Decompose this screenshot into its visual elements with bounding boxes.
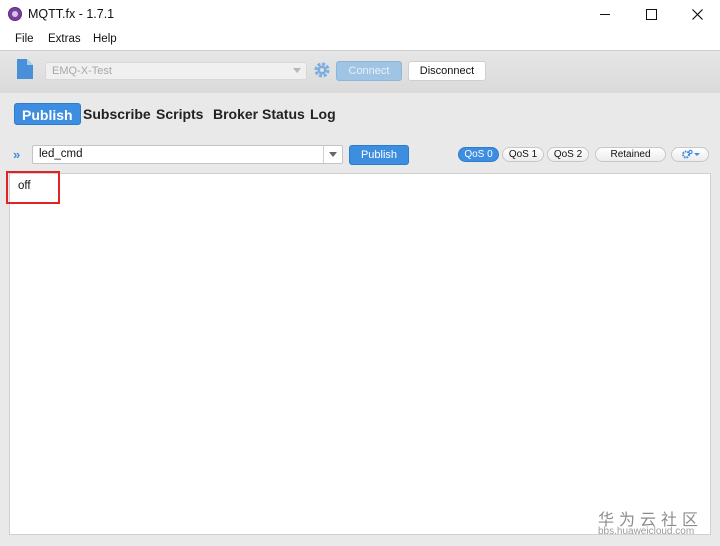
connect-button[interactable]: Connect	[336, 61, 402, 81]
qos-1-toggle[interactable]: QoS 1	[502, 147, 544, 162]
connection-profile-value: EMQ-X-Test	[52, 65, 112, 77]
publish-button[interactable]: Publish	[349, 145, 409, 165]
double-chevron-right-icon[interactable]: »	[13, 147, 20, 162]
menu-extras[interactable]: Extras	[48, 33, 81, 45]
topic-value: led_cmd	[39, 148, 83, 160]
gear-dropdown-icon	[682, 149, 700, 159]
tab-scripts[interactable]: Scripts	[156, 103, 203, 125]
maximize-icon	[645, 8, 657, 20]
connection-profile-select[interactable]: EMQ-X-Test	[45, 62, 307, 80]
connection-bar: EMQ-X-Test Connect Disconnect	[0, 50, 720, 94]
close-button[interactable]	[674, 0, 720, 28]
title-bar: MQTT.fx - 1.7.1	[0, 0, 720, 28]
qos-0-toggle[interactable]: QoS 0	[458, 147, 499, 162]
chevron-down-icon	[293, 68, 301, 73]
watermark-url: bbs.huaweicloud.com	[598, 526, 695, 537]
publish-toolbar: » led_cmd Publish QoS 0 QoS 1 QoS 2 Reta…	[0, 140, 720, 170]
app-logo-icon	[8, 7, 22, 21]
tab-broker-status[interactable]: Broker Status	[213, 103, 305, 125]
tab-subscribe[interactable]: Subscribe	[83, 103, 151, 125]
minimize-button[interactable]	[582, 0, 628, 28]
tab-bar: Publish Subscribe Scripts Broker Status …	[0, 93, 720, 137]
topic-input[interactable]: led_cmd	[32, 145, 343, 164]
qos-2-toggle[interactable]: QoS 2	[547, 147, 589, 162]
menu-bar: File Extras Help	[0, 28, 720, 50]
tab-log[interactable]: Log	[310, 103, 336, 125]
close-icon	[691, 8, 703, 20]
chevron-down-icon	[329, 152, 337, 157]
publish-settings-button[interactable]	[671, 147, 709, 162]
disconnect-button[interactable]: Disconnect	[408, 61, 486, 81]
retained-toggle[interactable]: Retained	[595, 147, 666, 162]
payload-editor[interactable]: off	[9, 173, 711, 535]
highlight-box	[6, 171, 60, 204]
gear-icon[interactable]	[313, 61, 331, 79]
minimize-icon	[600, 13, 610, 15]
menu-file[interactable]: File	[15, 33, 34, 45]
topic-dropdown-button[interactable]	[323, 146, 342, 163]
tab-publish[interactable]: Publish	[14, 103, 81, 125]
menu-help[interactable]: Help	[93, 33, 117, 45]
maximize-button[interactable]	[628, 0, 674, 28]
connection-profile-file-icon[interactable]	[17, 59, 33, 79]
window-title: MQTT.fx - 1.7.1	[28, 7, 115, 21]
